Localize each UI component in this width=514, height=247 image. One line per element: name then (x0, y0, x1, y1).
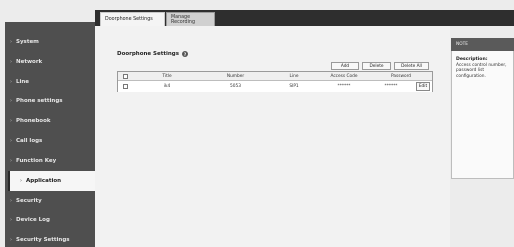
sidebar-item-label: Application (26, 178, 62, 184)
column-header-password: Password (390, 73, 412, 79)
cell-line: SIP1 (289, 84, 299, 89)
select-all-checkbox[interactable] (123, 74, 128, 79)
tab-manage-recording[interactable]: Manage Recording (166, 12, 215, 26)
sidebar-item-label: Phone settings (16, 98, 63, 104)
delete-button[interactable]: Delete (362, 62, 391, 70)
cell-password: ****** (384, 84, 398, 89)
tab-doorphone-settings[interactable]: Doorphone Settings (100, 12, 165, 26)
cell-access-code: ****** (337, 84, 351, 89)
main-content (95, 26, 450, 247)
chevron-right-icon: › (10, 138, 12, 144)
sidebar-item-label: Security Settings (16, 237, 70, 243)
sidebar-item-label: Line (16, 79, 30, 85)
sidebar-item-function-key[interactable]: › Function Key (0, 151, 90, 171)
note-label: Description: (456, 57, 488, 62)
chevron-right-icon: › (10, 118, 12, 124)
table-header: Title Number Line Access Code Password (118, 72, 432, 81)
cell-title: ik4 (163, 84, 171, 89)
sidebar-item-label: System (16, 39, 39, 45)
chevron-right-icon: › (10, 158, 12, 164)
sidebar-item-network[interactable]: › Network (0, 52, 90, 72)
column-header-line: Line (289, 73, 299, 79)
sidebar-item-system[interactable]: › System (0, 32, 90, 52)
sidebar-item-phonebook[interactable]: › Phonebook (0, 111, 90, 131)
sidebar-item-line[interactable]: › Line (0, 72, 90, 92)
sidebar-item-device-log[interactable]: › Device Log (0, 210, 90, 230)
row-checkbox[interactable] (123, 84, 128, 89)
chevron-right-icon: › (10, 79, 12, 85)
sidebar-item-label: Function Key (16, 158, 57, 164)
doorphone-table: Title Number Line Access Code Password i… (117, 71, 433, 92)
sidebar-item-label: Phonebook (16, 118, 51, 124)
sidebar-item-call-logs[interactable]: › Call logs (0, 131, 90, 151)
sidebar-item-security[interactable]: › Security (0, 191, 90, 211)
sidebar-item-phone-settings[interactable]: › Phone settings (0, 91, 90, 111)
cell-number: 5053 (230, 84, 241, 89)
chevron-right-icon: › (10, 98, 12, 104)
info-icon[interactable]: ? (182, 51, 188, 57)
table-row: ik4 5053 SIP1 ****** ****** Edit (118, 81, 432, 92)
sidebar-item-label: Security (16, 198, 42, 204)
chevron-right-icon: › (10, 59, 12, 65)
chevron-right-icon: › (10, 237, 12, 243)
sidebar-item-label: Network (16, 59, 43, 65)
chevron-right-icon: › (10, 198, 12, 204)
page-title-text: Doorphone Settings (117, 51, 179, 57)
column-header-number: Number (226, 73, 245, 79)
sidebar-item-application[interactable]: › Application (8, 171, 95, 191)
column-header-title: Title (162, 73, 172, 79)
delete-all-button[interactable]: Delete All (394, 62, 429, 70)
chevron-right-icon: › (10, 39, 12, 45)
app-root: { "tabs": { "active": "Doorphone Setting… (0, 0, 514, 247)
note-header: NOTE (451, 38, 514, 51)
sidebar-item-label: Call logs (16, 138, 43, 144)
column-header-access-code: Access Code (330, 73, 358, 79)
note-text: Access control number, password list con… (456, 63, 507, 79)
note-panel: Description: Access control number, pass… (451, 51, 514, 179)
sidebar-item-security-settings[interactable]: › Security Settings (0, 230, 90, 247)
chevron-right-icon: › (10, 217, 12, 223)
sidebar-item-label: Device Log (16, 217, 50, 223)
edit-button[interactable]: Edit (416, 82, 430, 91)
chevron-right-icon: › (20, 178, 22, 184)
add-button[interactable]: Add (331, 62, 359, 70)
page-title: Doorphone Settings ? (117, 51, 188, 57)
